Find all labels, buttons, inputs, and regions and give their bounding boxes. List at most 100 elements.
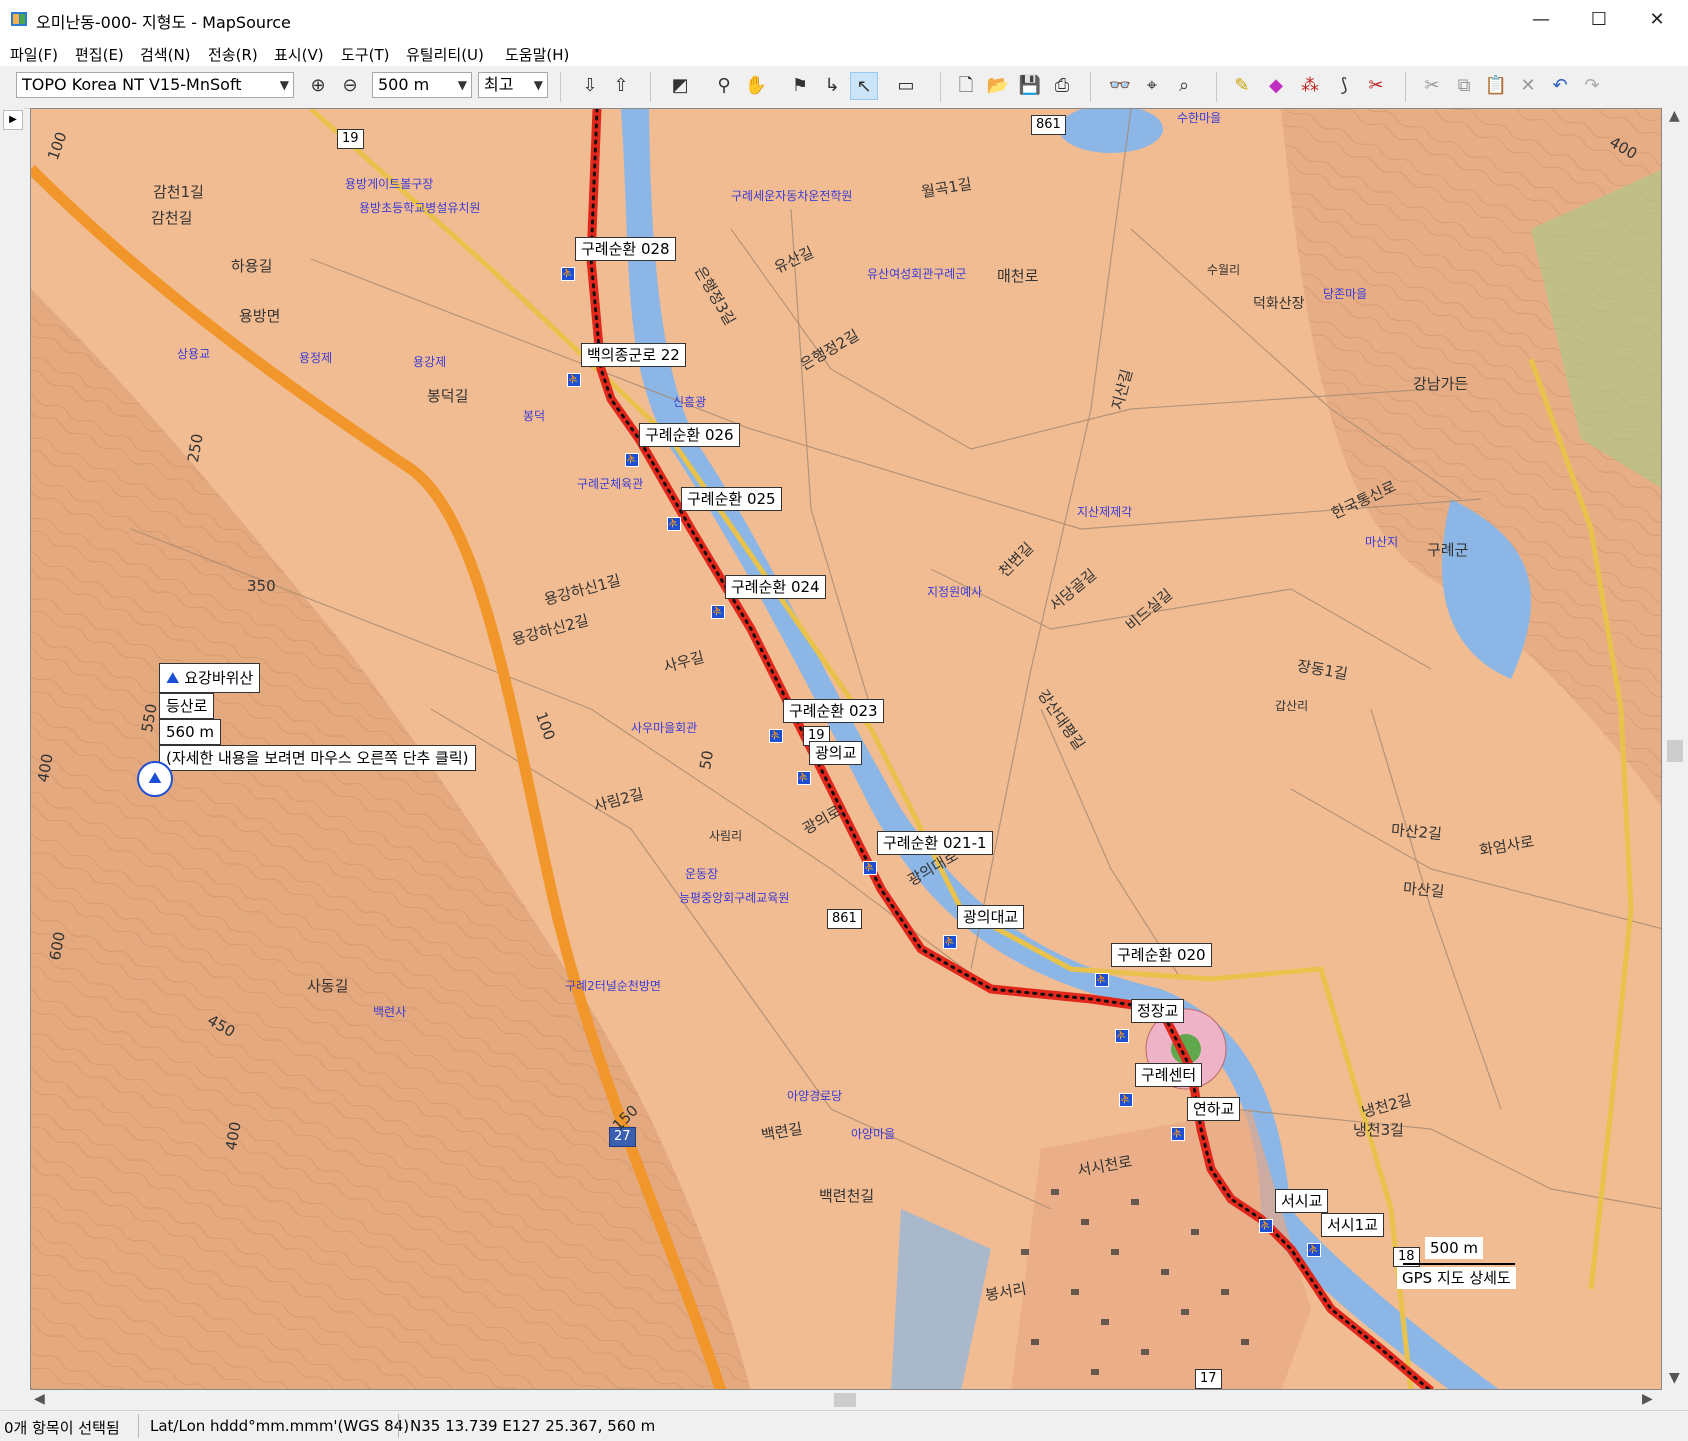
zoom-scale-select[interactable]: 500 m ▼ bbox=[372, 72, 472, 98]
poi-label[interactable]: 용정제 bbox=[299, 349, 332, 366]
select-arrow-icon[interactable]: ↖ bbox=[850, 72, 878, 100]
poi-label[interactable]: 지정원예사 bbox=[927, 583, 982, 600]
track-label[interactable]: 구례순환 026 bbox=[639, 423, 740, 447]
track-label[interactable]: 정장교 bbox=[1131, 999, 1185, 1023]
poi-tooltip-title[interactable]: ⛰ 요강바위산 bbox=[159, 663, 261, 693]
divide-track-icon[interactable]: ⟆ bbox=[1330, 72, 1358, 100]
poi-label[interactable]: 구례군체육관 bbox=[577, 475, 643, 492]
poi-label[interactable]: 용방게이트볼구장 bbox=[345, 175, 433, 192]
waypoint-flag-icon[interactable]: ⚑ bbox=[786, 72, 814, 100]
track-label[interactable]: 구례순환 024 bbox=[725, 575, 826, 599]
zoom-in-icon[interactable]: ⊕ bbox=[304, 72, 332, 100]
poi-label[interactable]: 덕화산장 bbox=[1253, 293, 1305, 313]
poi-label[interactable]: 능평중앙회구례교육원 bbox=[679, 889, 789, 906]
hiker-waypoint-icon[interactable]: ⛹ bbox=[1119, 1093, 1133, 1107]
hiker-waypoint-icon[interactable]: ⛹ bbox=[863, 861, 877, 875]
poi-label[interactable]: 아양마을 bbox=[851, 1125, 895, 1142]
hiker-waypoint-icon[interactable]: ⛹ bbox=[1259, 1219, 1273, 1233]
track-label[interactable]: 구례순환 025 bbox=[681, 487, 782, 511]
hiker-waypoint-icon[interactable]: ⛹ bbox=[1307, 1243, 1321, 1257]
hiker-waypoint-icon[interactable]: ⛹ bbox=[667, 517, 681, 531]
vertical-scroll-thumb[interactable] bbox=[1667, 740, 1683, 762]
track-label[interactable]: 구례순환 028 bbox=[575, 237, 676, 261]
select-region-icon[interactable]: ⁂ bbox=[1296, 72, 1324, 100]
new-file-icon[interactable]: 🗋 bbox=[952, 72, 980, 100]
map-tool-icon[interactable]: ◩ bbox=[666, 72, 694, 100]
hiker-waypoint-icon[interactable]: ⛹ bbox=[769, 729, 783, 743]
track-label[interactable]: 서시교 bbox=[1275, 1189, 1329, 1213]
poi-label[interactable]: 아양경로당 bbox=[787, 1087, 842, 1104]
maximize-button[interactable]: ☐ bbox=[1570, 0, 1628, 40]
poi-label[interactable]: 지산제제각 bbox=[1077, 503, 1132, 520]
hiker-waypoint-icon[interactable]: ⛹ bbox=[1115, 1029, 1129, 1043]
poi-label[interactable]: 유산여성회관구례군 bbox=[867, 265, 966, 282]
send-to-device-icon[interactable]: ⇧ bbox=[607, 72, 635, 100]
mountain-poi-marker-icon[interactable]: ⛰ bbox=[137, 761, 173, 797]
map-view[interactable]: 19 861 19 861 27 18 17 100 250 350 400 5… bbox=[30, 108, 1662, 1390]
join-track-icon[interactable]: ✂ bbox=[1362, 72, 1390, 100]
track-label[interactable]: 구례순환 023 bbox=[783, 699, 884, 723]
hiker-waypoint-icon[interactable]: ⛹ bbox=[625, 453, 639, 467]
hiker-waypoint-icon[interactable]: ⛹ bbox=[943, 935, 957, 949]
menu-utilities[interactable]: 유틸리티(U) bbox=[406, 44, 484, 65]
vertical-scrollbar[interactable]: ▲ ▼ bbox=[1662, 108, 1688, 1390]
menu-file[interactable]: 파일(F) bbox=[10, 44, 58, 65]
minimize-button[interactable]: — bbox=[1512, 0, 1570, 40]
track-label[interactable]: 광의교 bbox=[809, 741, 863, 765]
map-product-select[interactable]: TOPO Korea NT V15-MnSoft ▼ bbox=[16, 72, 294, 98]
poi-label[interactable]: 용방초등학교병설유치원 bbox=[359, 199, 480, 216]
track-label[interactable]: 구례순환 020 bbox=[1111, 943, 1212, 967]
poi-label[interactable]: 당존마을 bbox=[1323, 285, 1367, 302]
menu-edit[interactable]: 편집(E) bbox=[75, 44, 124, 65]
pan-hand-icon[interactable]: ✋ bbox=[742, 72, 770, 100]
highlight-icon[interactable]: ✎ bbox=[1228, 72, 1256, 100]
track-label[interactable]: 백의종군로 22 bbox=[581, 343, 686, 367]
zoom-tool-icon[interactable]: ⚲ bbox=[710, 72, 738, 100]
delete-icon[interactable]: ✕ bbox=[1514, 72, 1542, 100]
track-label[interactable]: 서시1교 bbox=[1321, 1213, 1384, 1237]
poi-label[interactable]: 수한마을 bbox=[1177, 109, 1221, 126]
save-icon[interactable]: 💾 bbox=[1016, 72, 1044, 100]
track-label[interactable]: 연하교 bbox=[1187, 1097, 1241, 1121]
menu-transfer[interactable]: 전송(R) bbox=[208, 44, 258, 65]
poi-label[interactable]: 백련사 bbox=[373, 1003, 406, 1020]
horizontal-scrollbar[interactable]: ◀ ▶ bbox=[30, 1390, 1662, 1410]
menu-tools[interactable]: 도구(T) bbox=[341, 44, 389, 65]
close-button[interactable]: ✕ bbox=[1628, 0, 1686, 40]
receive-from-device-icon[interactable]: ⇩ bbox=[576, 72, 604, 100]
poi-label[interactable]: 봉덕 bbox=[523, 407, 545, 424]
menu-find[interactable]: 검색(N) bbox=[140, 44, 191, 65]
poi-label[interactable]: 수월리 bbox=[1207, 261, 1240, 278]
expand-panel-icon[interactable]: ▶ bbox=[3, 110, 23, 130]
track-label[interactable]: 구례순환 021-1 bbox=[877, 831, 993, 855]
scroll-left-icon[interactable]: ◀ bbox=[34, 1391, 45, 1407]
print-icon[interactable]: ⎙ bbox=[1048, 72, 1076, 100]
eraser-icon[interactable]: ◆ bbox=[1262, 72, 1290, 100]
hiker-waypoint-icon[interactable]: ⛹ bbox=[711, 605, 725, 619]
hiker-waypoint-icon[interactable]: ⛹ bbox=[1171, 1127, 1185, 1141]
paste-icon[interactable]: 📋 bbox=[1482, 72, 1510, 100]
scroll-right-icon[interactable]: ▶ bbox=[1642, 1391, 1653, 1407]
scroll-up-icon[interactable]: ▲ bbox=[1669, 108, 1680, 124]
menu-view[interactable]: 표시(V) bbox=[274, 44, 324, 65]
hiker-waypoint-icon[interactable]: ⛹ bbox=[561, 267, 575, 281]
hiker-waypoint-icon[interactable]: ⛹ bbox=[1095, 973, 1109, 987]
undo-icon[interactable]: ↶ bbox=[1546, 72, 1574, 100]
open-folder-icon[interactable]: 📂 bbox=[984, 72, 1012, 100]
scroll-down-icon[interactable]: ▼ bbox=[1669, 1370, 1680, 1386]
find-nearest-icon[interactable]: ⌕ bbox=[1170, 72, 1198, 100]
copy-icon[interactable]: ⧉ bbox=[1450, 72, 1478, 100]
redo-icon[interactable]: ↷ bbox=[1578, 72, 1606, 100]
poi-label[interactable]: 상용교 bbox=[177, 345, 210, 362]
poi-label[interactable]: 구례2터널순천방면 bbox=[565, 977, 661, 994]
route-tool-icon[interactable]: ↳ bbox=[818, 72, 846, 100]
poi-label[interactable]: 갑산리 bbox=[1275, 697, 1308, 714]
menu-help[interactable]: 도움말(H) bbox=[505, 44, 569, 65]
poi-label[interactable]: 마산지 bbox=[1365, 533, 1398, 550]
hiker-waypoint-icon[interactable]: ⛹ bbox=[567, 373, 581, 387]
poi-label[interactable]: 사림리 bbox=[709, 827, 742, 844]
detail-select[interactable]: 최고 ▼ bbox=[478, 72, 548, 98]
zoom-out-icon[interactable]: ⊖ bbox=[336, 72, 364, 100]
poi-label[interactable]: 사우마을회관 bbox=[631, 719, 697, 736]
hiker-waypoint-icon[interactable]: ⛹ bbox=[797, 771, 811, 785]
